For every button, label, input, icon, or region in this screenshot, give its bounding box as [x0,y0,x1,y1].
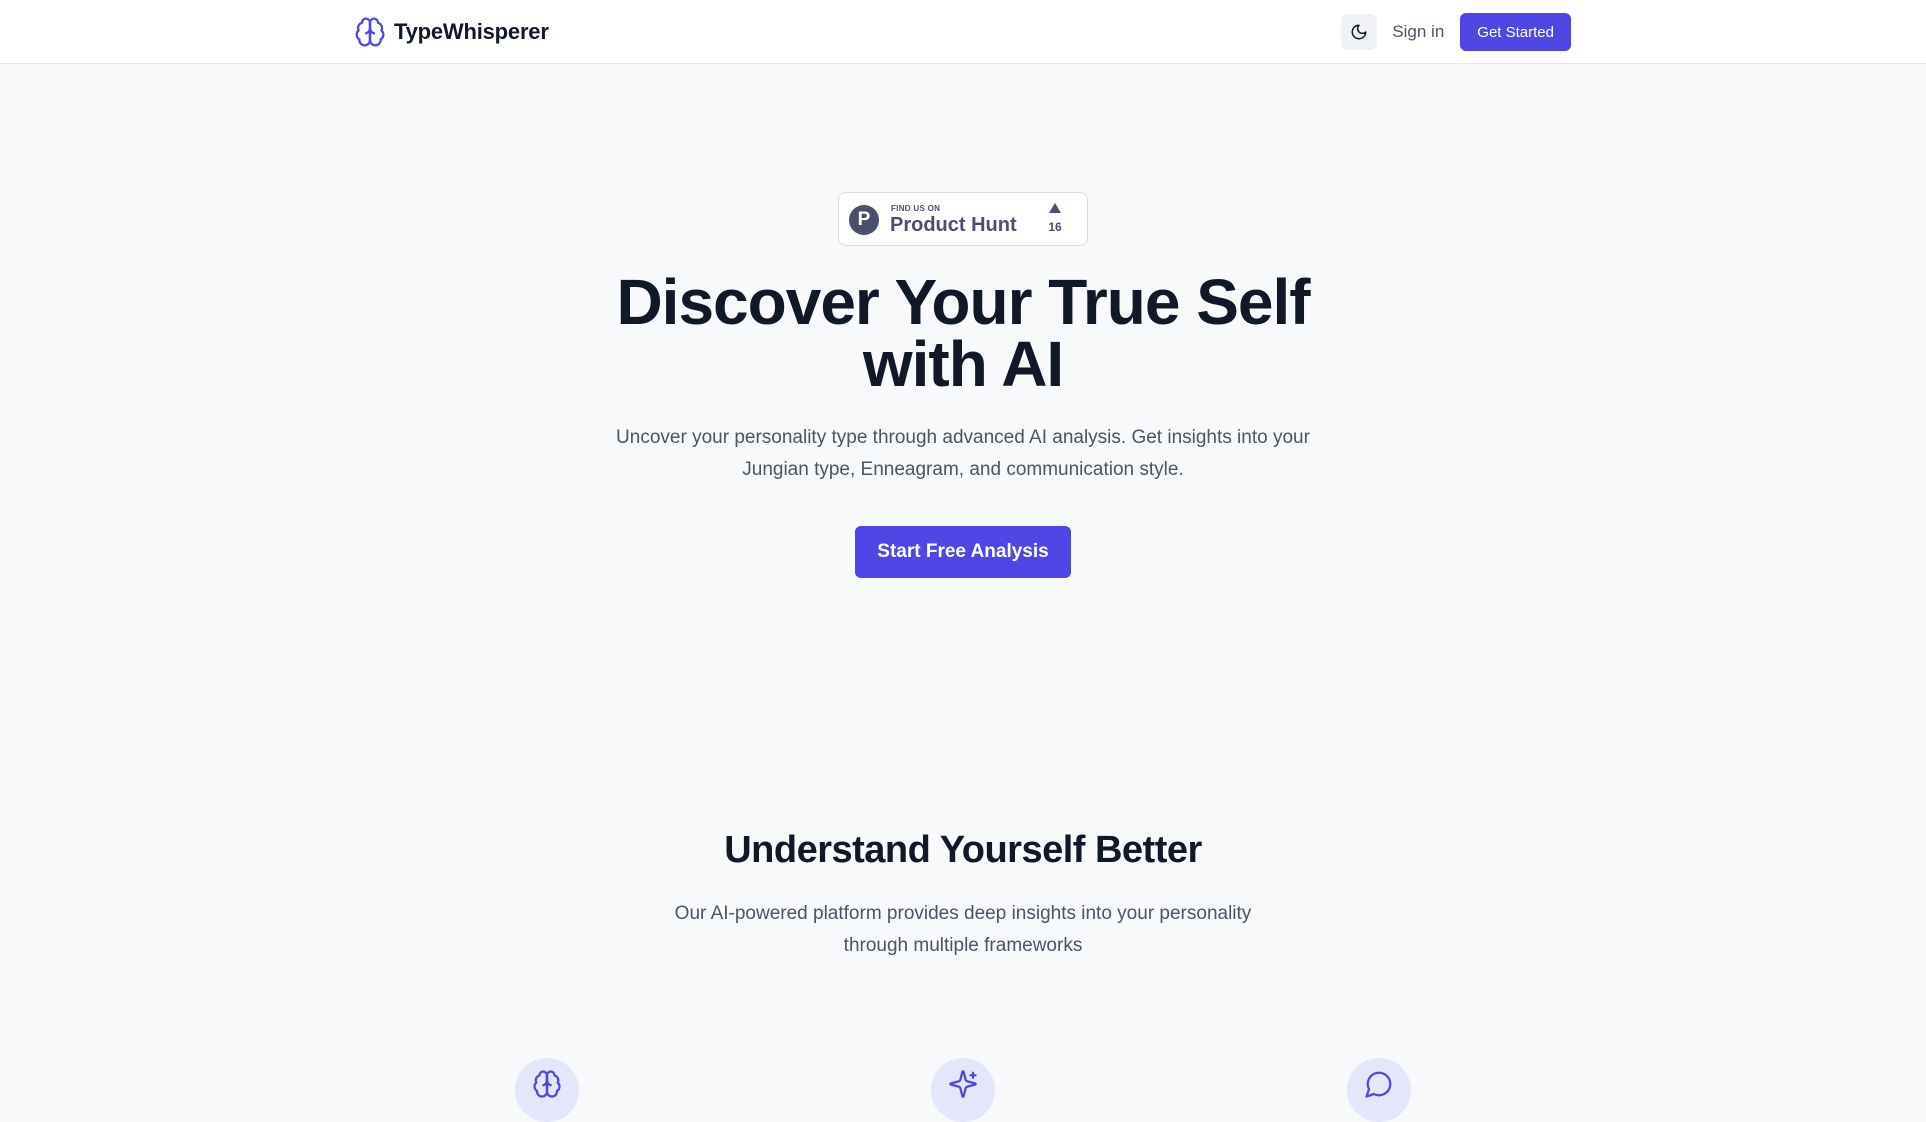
top-navigation-bar: TypeWhisperer Sign in Get Started [0,0,1926,64]
brain-icon [355,17,385,47]
message-circle-icon [1365,1071,1392,1098]
start-free-analysis-button[interactable]: Start Free Analysis [855,526,1071,578]
nav-actions: Sign in Get Started [1341,13,1571,51]
features-title: Understand Yourself Better [724,829,1202,871]
feature-icon-brain [515,1058,579,1122]
hero-subtitle: Uncover your personality type through ad… [616,427,1310,480]
moon-icon [1351,24,1367,40]
upvote-count: 16 [1048,220,1062,234]
sign-in-link[interactable]: Sign in [1392,22,1444,42]
product-hunt-badge[interactable]: P FIND US ON Product Hunt 16 [838,192,1088,246]
feature-icon-sparkles [931,1058,995,1122]
upvote-arrow-icon [1049,203,1061,213]
brain-icon [533,1070,561,1098]
sparkles-icon [949,1070,977,1098]
hero-title: Discover Your True Self with AI [616,266,1310,400]
theme-toggle-button[interactable] [1341,14,1378,50]
product-hunt-logo: P [849,205,879,235]
product-hunt-small-text: FIND US ON [891,204,941,213]
brand-name: TypeWhisperer [394,19,549,44]
product-hunt-name: Product Hunt [890,214,1017,236]
get-started-button[interactable]: Get Started [1460,13,1571,51]
brand-logo-link[interactable]: TypeWhisperer [354,15,549,49]
features-subtitle: Our AI-powered platform provides deep in… [674,903,1252,956]
feature-icon-message [1347,1058,1411,1122]
